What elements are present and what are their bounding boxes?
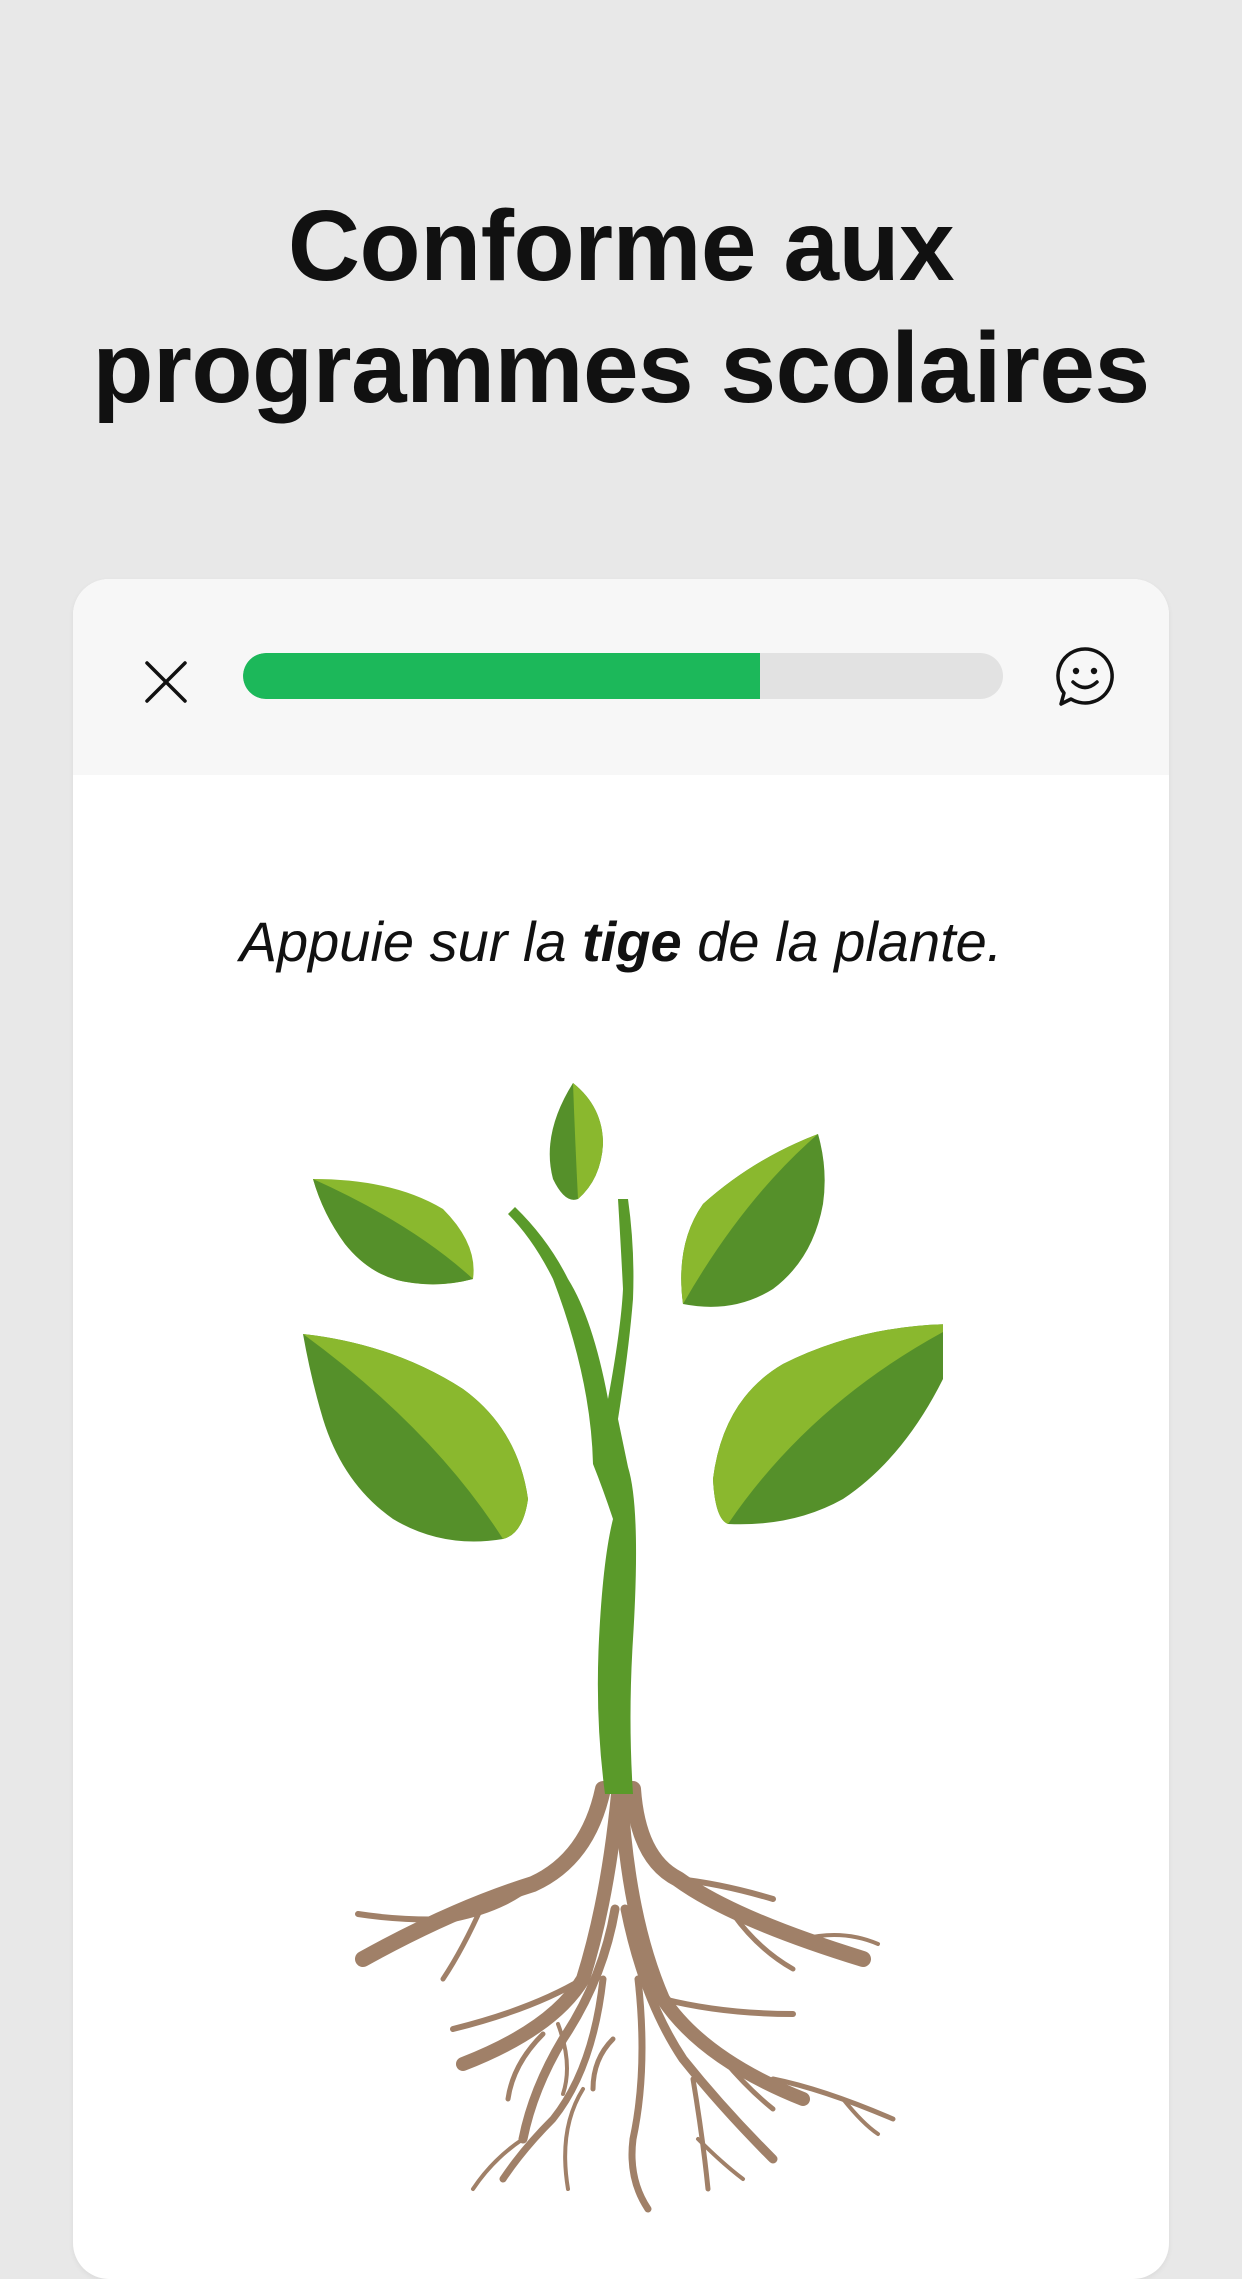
close-icon <box>145 661 187 703</box>
page-title-line-1: Conforme aux <box>287 190 955 302</box>
plant-roots[interactable] <box>355 1781 896 2213</box>
page-title-line-2: programmes scolaires <box>92 312 1150 424</box>
question-suffix: de la plante. <box>681 910 1003 973</box>
plant-svg <box>303 1083 959 2213</box>
lesson-progress-fill <box>243 653 760 699</box>
close-button[interactable] <box>133 649 199 715</box>
plant-illustration <box>303 1079 959 2279</box>
feedback-button[interactable] <box>1050 641 1120 711</box>
question-prompt: Appuie sur la tige de la plante. <box>73 909 1169 974</box>
lesson-progress-bar <box>243 653 1003 699</box>
page-title: Conforme aux programmes scolaires <box>0 185 1242 429</box>
lesson-header <box>73 579 1169 775</box>
smiley-speech-bubble-icon <box>1056 647 1114 706</box>
lesson-card: Appuie sur la tige de la plante. <box>73 579 1169 2279</box>
question-prefix: Appuie sur la <box>239 910 583 973</box>
question-keyword: tige <box>582 910 682 973</box>
